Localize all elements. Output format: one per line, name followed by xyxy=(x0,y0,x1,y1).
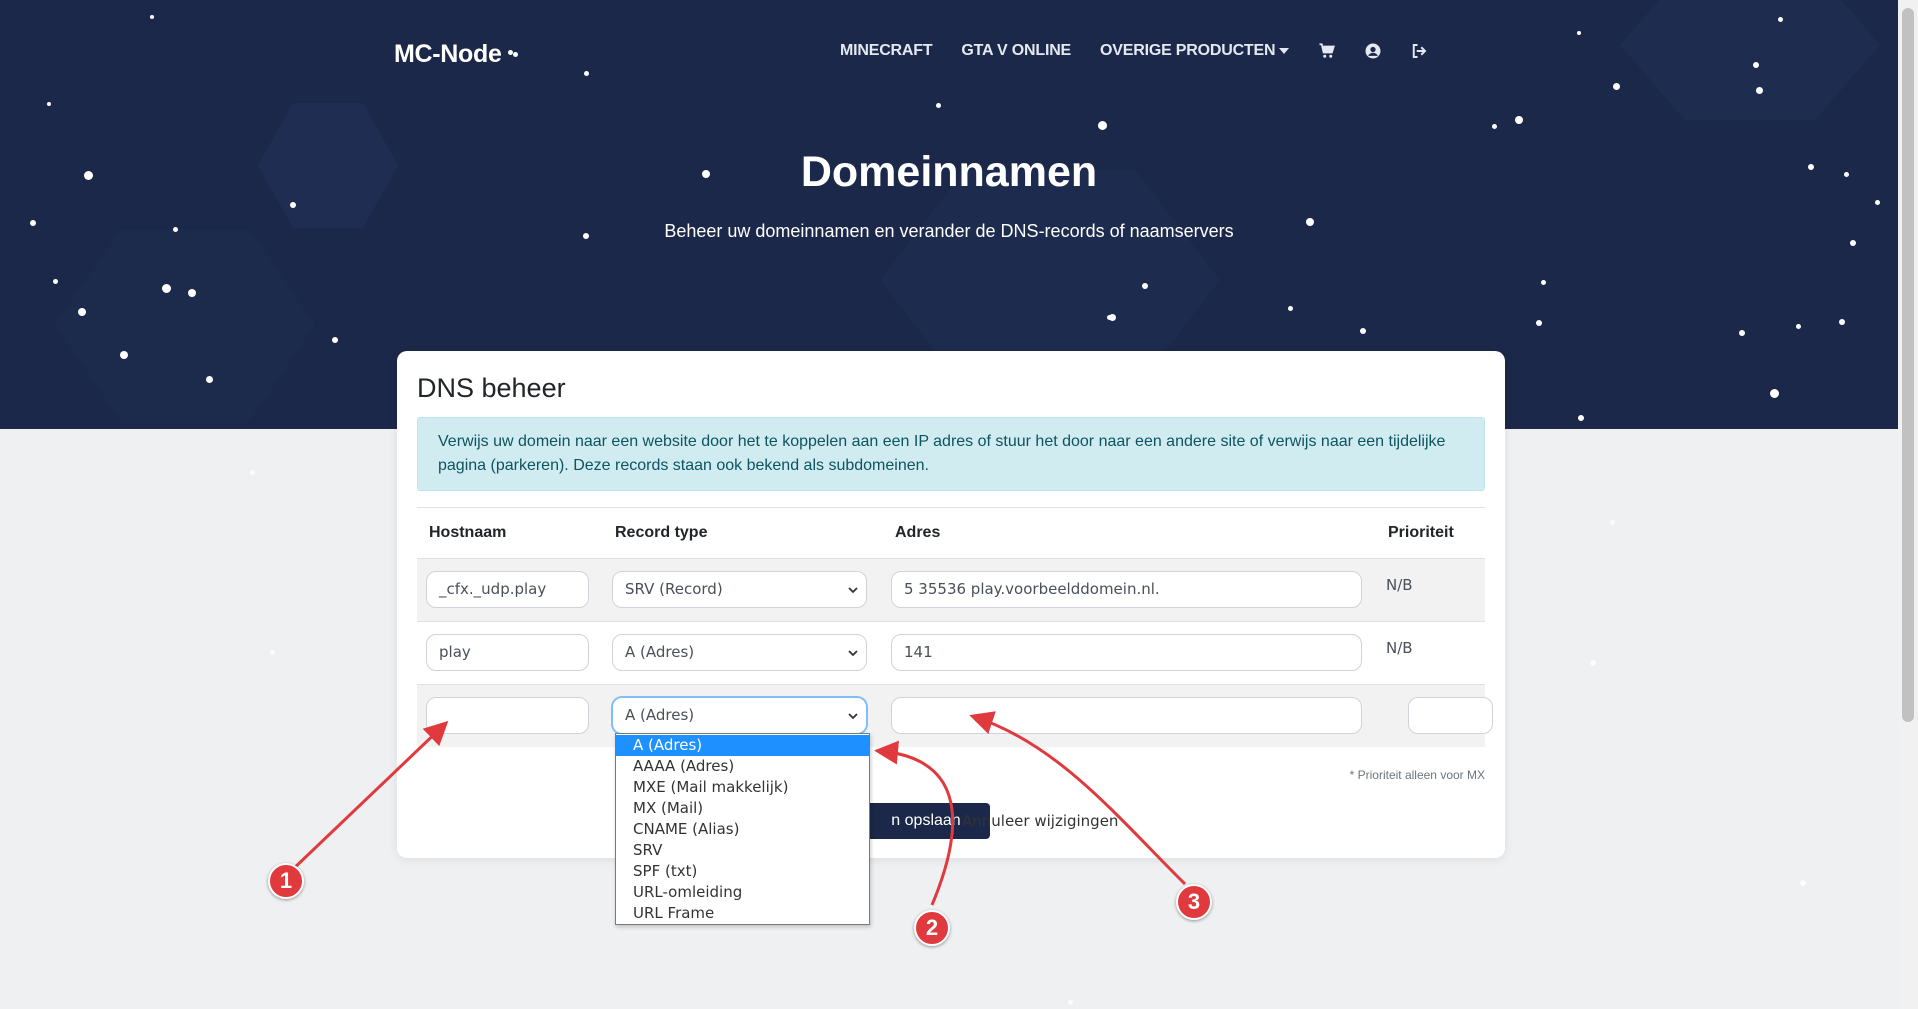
scrollbar-thumb[interactable] xyxy=(1902,8,1914,722)
arrow-2 xyxy=(874,740,955,906)
arrow-1 xyxy=(288,720,449,874)
page-scrollbar[interactable] xyxy=(1898,0,1918,1009)
annotation-badge-3: 3 xyxy=(1176,884,1212,920)
arrow-3 xyxy=(969,711,1187,886)
annotation-badge-1: 1 xyxy=(268,863,304,899)
annotation-badge-2: 2 xyxy=(914,910,950,946)
annotation-arrows xyxy=(288,711,1187,906)
